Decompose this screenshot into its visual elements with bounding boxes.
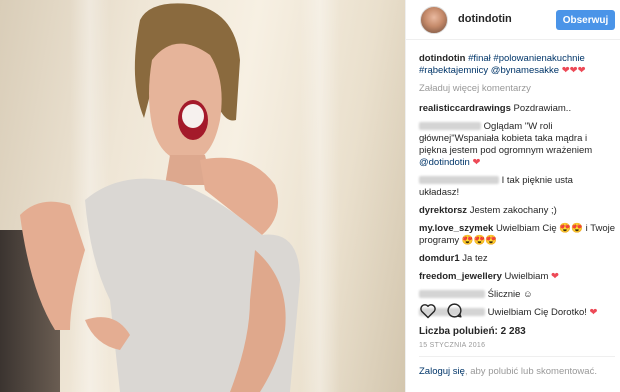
heart-eyes-emoji: 😍😍 xyxy=(559,223,583,234)
comment-bubble-icon[interactable] xyxy=(446,302,463,319)
divider xyxy=(419,356,615,357)
comment-username[interactable]: my.love_szymek xyxy=(419,223,493,234)
comment-item: dyrektorsz Jestem zakochany ;) xyxy=(419,205,615,217)
comment-item: domdur1 Ja tez xyxy=(419,253,615,265)
post-header: dotindotin Obserwuj xyxy=(406,0,620,40)
comment-username[interactable]: freedom_jewellery xyxy=(419,271,502,282)
comment-item: realisticcardrawings Pozdrawiam.. xyxy=(419,103,615,115)
heart-eyes-emoji: 😍😍😍 xyxy=(461,235,498,246)
blurred-username xyxy=(419,290,485,299)
post-date: 15 STYCZNIA 2016 xyxy=(419,342,486,349)
blurred-username xyxy=(419,176,499,185)
comment-mention[interactable]: @dotindotin xyxy=(419,157,470,168)
comments-list: dotindotin #finał #polowanienakuchnie #r… xyxy=(419,53,615,325)
comment-text: Ślicznie ☺ xyxy=(487,289,533,300)
caption-username[interactable]: dotindotin xyxy=(419,53,465,64)
comment-item: Ślicznie ☺ xyxy=(419,289,615,301)
likes-count[interactable]: Liczba polubień: 2 283 xyxy=(419,326,526,337)
comment-item: I tak pięknie usta układasz! xyxy=(419,175,615,199)
woman-figure xyxy=(20,3,300,392)
login-prompt-text: , aby polubić lub skomentować. xyxy=(464,366,597,377)
comment-text: Ja tez xyxy=(462,253,488,264)
login-prompt: Zaloguj się, aby polubić lub skomentować… xyxy=(419,366,615,378)
post-actions xyxy=(419,302,479,320)
comment-text: Pozdrawiam.. xyxy=(513,103,572,114)
blurred-username xyxy=(419,122,481,131)
comment-text: Uwielbiam Cię Dorotko! xyxy=(487,307,587,318)
post-photo[interactable] xyxy=(0,0,405,392)
comment-username[interactable]: dyrektorsz xyxy=(419,205,467,216)
heart-emoji: ❤ xyxy=(472,157,481,168)
login-link[interactable]: Zaloguj się xyxy=(419,366,465,377)
header-username[interactable]: dotindotin xyxy=(458,13,512,25)
comment-text: Uwielbiam xyxy=(504,271,549,282)
comment-text: Uwielbiam Cię xyxy=(495,223,557,234)
comment-username[interactable]: domdur1 xyxy=(419,253,460,264)
load-more-comments-link[interactable]: Załaduj więcej komentarzy xyxy=(419,83,615,95)
avatar[interactable] xyxy=(420,6,448,34)
comment-username[interactable]: realisticcardrawings xyxy=(419,103,511,114)
follow-button[interactable]: Obserwuj xyxy=(556,10,615,30)
comment-item: my.love_szymek Uwielbiam Cię 😍😍 i Twoje … xyxy=(419,223,615,247)
heart-emoji: ❤ xyxy=(589,307,598,318)
caption-hearts: ❤❤❤ xyxy=(561,65,586,76)
comment-text: Jestem zakochany ;) xyxy=(469,205,557,216)
comment-item: Oglądam "W roli głównej"Wspaniała kobiet… xyxy=(419,121,615,169)
post-sidebar: dotindotin Obserwuj dotindotin #finał #p… xyxy=(405,0,620,392)
caption: dotindotin #finał #polowanienakuchnie #r… xyxy=(419,53,615,77)
heart-outline-icon[interactable] xyxy=(419,303,437,319)
heart-emoji: ❤ xyxy=(551,271,559,282)
comment-item: freedom_jewellery Uwielbiam ❤ xyxy=(419,271,615,283)
